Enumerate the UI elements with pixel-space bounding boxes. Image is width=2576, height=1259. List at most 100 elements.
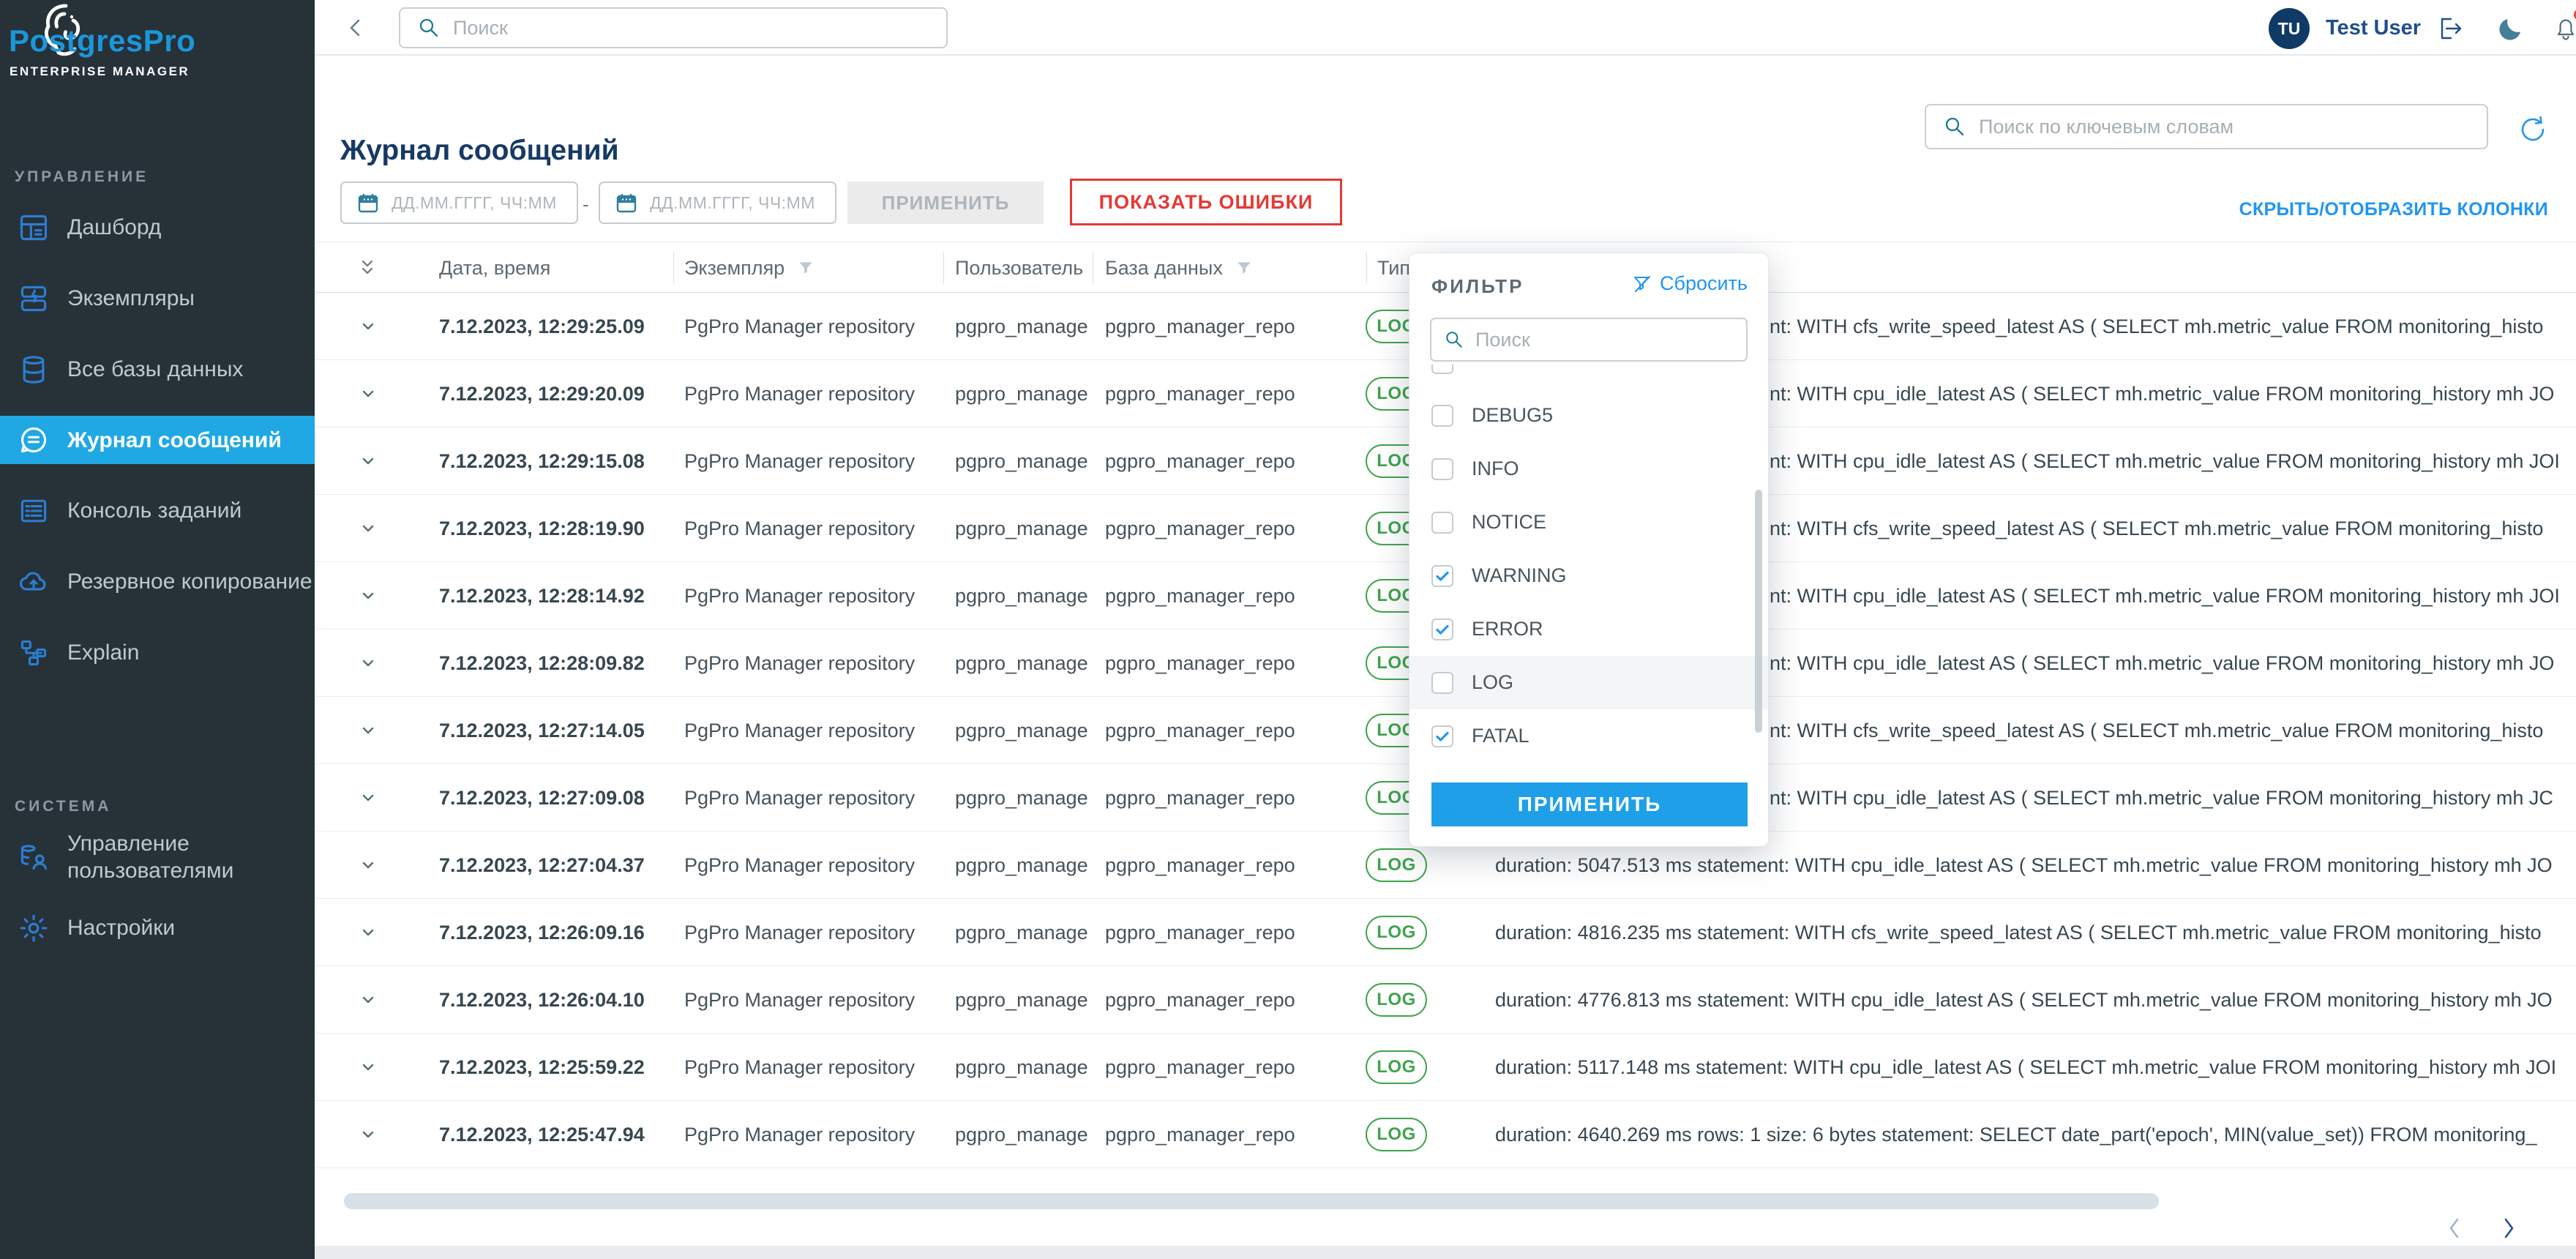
cell-instance: PgPro Manager repository [684,427,915,495]
filter-option-debug5[interactable]: DEBUG5 [1409,389,1768,442]
cell-instance: PgPro Manager repository [684,966,915,1034]
logo-subtitle: ENTERPRISE MANAGER [10,64,190,79]
filter-option-log[interactable]: LOG [1409,656,1768,709]
cell-instance: PgPro Manager repository [684,1034,915,1101]
cell-database: pgpro_manager_repo [1105,562,1295,630]
sidebar-item-дашборд[interactable]: Дашборд [0,192,315,263]
checkbox-checked[interactable] [1431,565,1453,587]
bell-icon[interactable] [2550,13,2576,44]
show-errors-button[interactable]: ПОКАЗАТЬ ОШИБКИ [1070,179,1342,225]
filter-option-error[interactable]: ERROR [1409,602,1768,656]
cell-message: duration: 4776.813 ms statement: WITH cp… [1495,966,2571,1034]
chevron-left-icon[interactable] [2438,1212,2471,1244]
sidebar-item-все-базы-данных[interactable]: Все базы данных [0,334,315,405]
column-header-экземпляр: Экземпляр [684,242,815,294]
row-chevron-icon[interactable] [357,518,379,539]
sidebar-item-label: Дашборд [67,214,161,241]
type-badge: LOG [1366,1050,1427,1084]
cell-datetime: 7.12.2023, 12:27:14.05 [439,697,645,764]
row-chevron-icon[interactable] [357,720,379,741]
expand-all-icon[interactable] [355,255,380,280]
sidebar-item-консоль-заданий[interactable]: Консоль заданий [0,475,315,546]
global-search-input[interactable] [452,16,946,40]
cell-datetime: 7.12.2023, 12:27:04.37 [439,832,645,899]
horizontal-scrollbar[interactable] [344,1193,2159,1209]
sidebar-item-резервное-копирование[interactable]: Резервное копирование [0,546,315,617]
checkbox-checked[interactable] [1431,725,1453,747]
refresh-icon[interactable] [2516,113,2550,146]
cell-user: pgpro_manage [955,1101,1088,1168]
cell-user: pgpro_manage [955,630,1088,697]
date-from-field[interactable]: ДД.ММ.ГГГГ, ЧЧ:ММ [340,182,578,224]
filter-apply-button[interactable]: ПРИМЕНИТЬ [1431,782,1748,826]
cell-user: pgpro_manage [955,360,1088,427]
table-row: 7.12.2023, 12:26:04.10 PgPro Manager repo… [315,966,2576,1034]
column-header-label: Экземпляр [684,257,785,280]
settings-icon [18,912,50,944]
row-chevron-icon[interactable] [357,854,379,876]
sidebar-section-label: СИСТЕМА [15,798,315,815]
back-chevron-icon[interactable] [342,15,369,41]
filter-popup-title: ФИЛЬТР [1431,275,1524,298]
sidebar-item-журнал-сообщений[interactable]: Журнал сообщений [0,416,315,464]
avatar[interactable]: TU [2269,8,2310,49]
global-search[interactable] [399,7,948,48]
sidebar-item-настройки[interactable]: Настройки [0,892,315,963]
filter-option-notice[interactable]: NOTICE [1409,496,1768,549]
chevron-right-icon[interactable] [2493,1212,2525,1244]
sidebar-item-экземпляры[interactable]: Экземпляры [0,263,315,334]
row-chevron-icon[interactable] [357,1124,379,1146]
cell-datetime: 7.12.2023, 12:29:15.08 [439,427,645,495]
column-header-label: База данных [1105,257,1223,280]
cell-user: pgpro_manage [955,697,1088,764]
column-header-label: Дата, время [439,257,550,280]
sidebar-item-label: Настройки [67,914,175,941]
calendar-icon [615,191,638,214]
checkbox-checked[interactable] [1431,619,1453,640]
filter-search-input[interactable] [1474,328,1746,352]
sidebar-item-управление-пользователями[interactable]: Управление пользователями [0,821,315,892]
checkbox-unchecked[interactable] [1431,405,1453,427]
moon-icon[interactable] [2496,13,2526,44]
filter-option-label: LOG [1472,671,1513,694]
filter-option-label: NOTICE [1472,511,1546,534]
row-chevron-icon[interactable] [357,652,379,674]
keyword-search-input[interactable] [1977,115,2487,139]
sidebar-item-explain[interactable]: Explain [0,617,315,688]
cell-database: pgpro_manager_repo [1105,293,1295,360]
cell-database: pgpro_manager_repo [1105,966,1295,1034]
row-chevron-icon[interactable] [357,787,379,809]
checkbox-unchecked[interactable] [1431,458,1453,480]
row-chevron-icon[interactable] [357,922,379,944]
cell-datetime: 7.12.2023, 12:29:25.09 [439,293,645,360]
checkbox-unchecked[interactable] [1431,672,1453,694]
sidebar-item-label: Резервное копирование [67,568,312,595]
filter-search[interactable] [1430,318,1748,362]
cell-datetime: 7.12.2023, 12:26:04.10 [439,966,645,1034]
row-chevron-icon[interactable] [357,989,379,1011]
toggle-columns-link[interactable]: СКРЫТЬ/ОТОБРАЗИТЬ КОЛОНКИ [2239,199,2548,220]
filter-option-fatal[interactable]: FATAL [1409,709,1768,763]
column-header-база-данных: База данных [1105,242,1254,294]
column-header-тип: Тип [1377,242,1410,294]
backup-icon [18,566,50,598]
filter-option-info[interactable]: INFO [1409,442,1768,496]
reset-filter-button[interactable]: Сбросить [1632,272,1748,295]
logout-icon[interactable] [2433,13,2464,44]
cell-instance: PgPro Manager repository [684,360,915,427]
date-to-field[interactable]: ДД.ММ.ГГГГ, ЧЧ:ММ [599,182,836,224]
row-chevron-icon[interactable] [357,383,379,405]
filter-option-warning[interactable]: WARNING [1409,549,1768,602]
keyword-search[interactable] [1925,104,2488,149]
row-chevron-icon[interactable] [357,1056,379,1078]
filter-list-scrollbar[interactable] [1755,490,1762,733]
filter-option-label: DEBUG5 [1472,404,1553,427]
apply-dates-button[interactable]: ПРИМЕНИТЬ [847,182,1044,224]
funnel-icon[interactable] [796,258,815,277]
row-chevron-icon[interactable] [357,450,379,472]
row-chevron-icon[interactable] [357,315,379,337]
funnel-icon[interactable] [1235,258,1254,277]
checkbox-unchecked[interactable] [1431,512,1453,534]
cell-datetime: 7.12.2023, 12:28:09.82 [439,630,645,697]
row-chevron-icon[interactable] [357,585,379,607]
